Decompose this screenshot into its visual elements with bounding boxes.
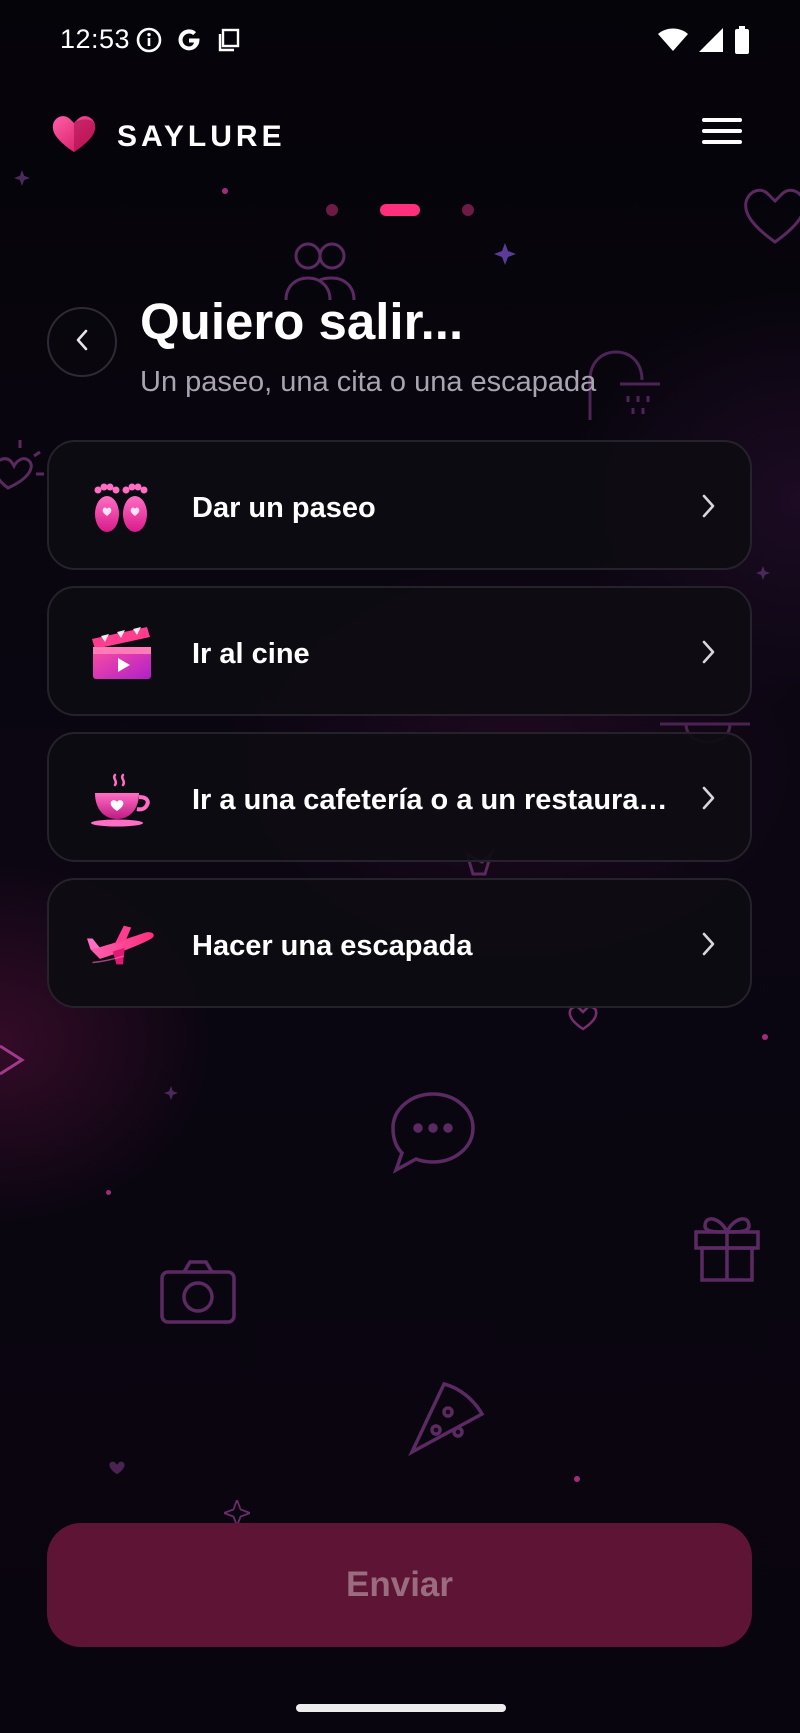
app-header: SAYLURE <box>0 100 800 172</box>
status-bar: 12:53 <box>0 0 800 80</box>
wifi-icon <box>658 28 688 57</box>
info-icon <box>136 27 162 58</box>
screen: 12:53 SAYLURE Quiero salir... Un paseo, … <box>0 0 800 1733</box>
page-subtitle: Un paseo, una cita o una escapada <box>140 366 597 398</box>
sparkle-decor <box>164 1086 178 1100</box>
page-dot <box>326 204 338 216</box>
gift-decor-icon <box>690 1204 764 1284</box>
chevron-right-icon <box>700 931 716 962</box>
chevron-right-icon <box>700 493 716 524</box>
footprints-icon <box>87 475 157 539</box>
options-list: Dar un paseo Ir al cine Ir a una cafeter… <box>47 440 752 1024</box>
status-right-icons <box>658 26 750 59</box>
pizza-decor-icon <box>404 1378 490 1458</box>
home-indicator[interactable] <box>296 1704 506 1712</box>
chevron-right-icon <box>700 639 716 670</box>
chevron-right-icon <box>700 785 716 816</box>
back-button[interactable] <box>47 307 117 377</box>
status-left-icons <box>136 27 242 58</box>
clapperboard-icon <box>87 621 157 685</box>
heart-decor-icon <box>108 1460 126 1476</box>
glow-dot-decor <box>574 1476 580 1482</box>
glow-dot-decor <box>106 1190 111 1195</box>
heart-logo-icon <box>52 114 96 159</box>
sparkle-decor <box>494 243 516 265</box>
camera-decor-icon <box>158 1258 238 1326</box>
option-label: Ir al cine <box>192 638 310 670</box>
page-dot <box>462 204 474 216</box>
submit-button[interactable]: Enviar <box>47 1523 752 1647</box>
airplane-icon <box>87 913 157 977</box>
arrow-decor-icon <box>0 1040 30 1080</box>
hamburger-menu-icon[interactable] <box>702 118 742 150</box>
option-dar-un-paseo[interactable]: Dar un paseo <box>47 440 752 570</box>
option-label: Dar un paseo <box>192 492 376 524</box>
option-label: Hacer una escapada <box>192 930 473 962</box>
sparkle-decor <box>14 170 30 186</box>
option-hacer-una-escapada[interactable]: Hacer una escapada <box>47 878 752 1008</box>
signal-icon <box>698 27 724 58</box>
sun-heart-decor-icon <box>0 430 50 510</box>
chevron-left-icon <box>74 328 90 357</box>
sparkle-decor <box>756 566 770 580</box>
option-ir-al-cine[interactable]: Ir al cine <box>47 586 752 716</box>
page-dot-active <box>380 204 420 216</box>
coffee-cup-icon <box>87 767 157 831</box>
status-time: 12:53 <box>60 24 131 54</box>
brand-name: SAYLURE <box>117 120 286 153</box>
screenshot-icon <box>216 27 242 58</box>
glow-dot-decor <box>222 188 228 194</box>
glow-dot-decor <box>762 1034 768 1040</box>
google-icon <box>176 27 202 58</box>
page-title: Quiero salir... <box>140 293 464 350</box>
option-label: Ir a una cafetería o a un restaurante <box>192 784 672 816</box>
battery-icon <box>734 26 750 59</box>
option-cafeteria-restaurante[interactable]: Ir a una cafetería o a un restaurante <box>47 732 752 862</box>
chat-bubble-decor-icon <box>386 1088 480 1178</box>
page-indicator <box>0 202 800 218</box>
